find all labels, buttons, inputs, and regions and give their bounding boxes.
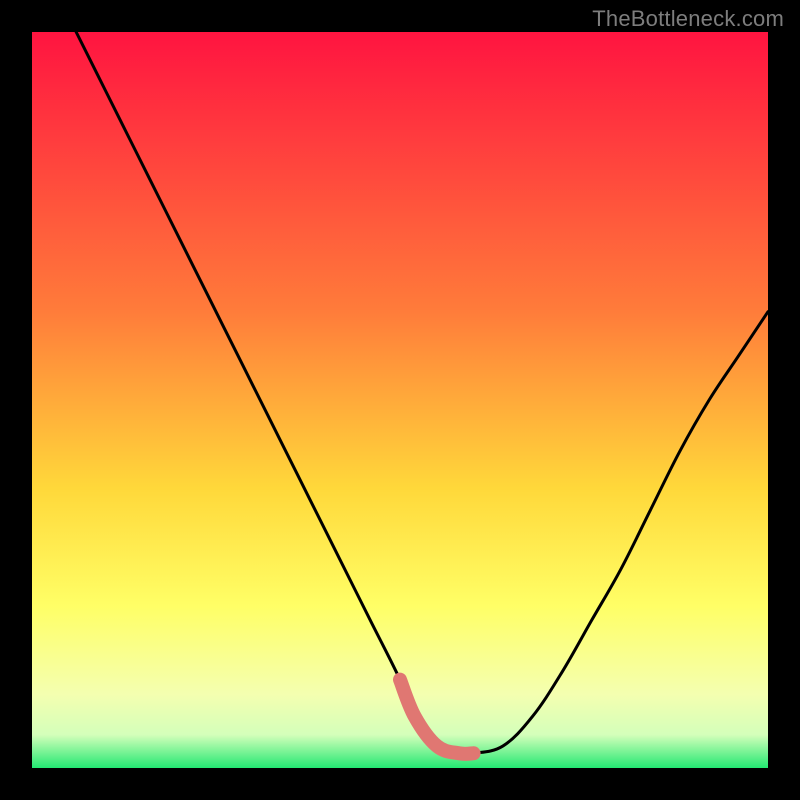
plot-area <box>32 32 768 768</box>
chart-svg <box>32 32 768 768</box>
watermark-text: TheBottleneck.com <box>592 6 784 32</box>
gradient-background <box>32 32 768 768</box>
chart-frame: TheBottleneck.com <box>0 0 800 800</box>
